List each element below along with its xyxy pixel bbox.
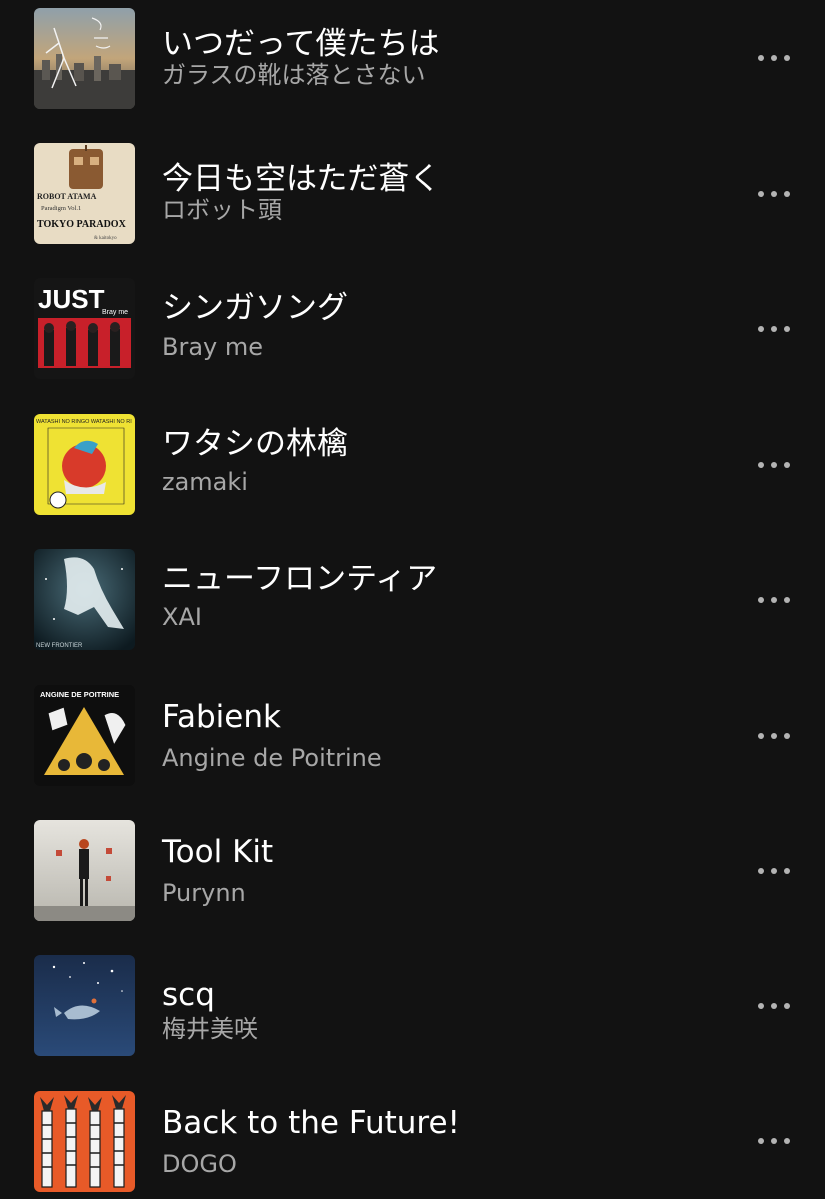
more-dot [771,1138,777,1144]
more-dot [784,462,790,468]
more-dot [771,326,777,332]
standing-woman-cover [34,820,135,921]
track-title: ニューフロンティア [162,561,438,597]
more-dot [784,1003,790,1009]
more-dot [784,733,790,739]
track-artist: XAI [162,603,202,631]
more-dot [771,597,777,603]
more-dot [771,55,777,61]
robot-head-cover: ROBOT ATAMA Paradigm Vol.1 TOKYO PARADOX… [34,143,135,244]
city-skyline-sketch-cover [34,8,135,109]
track-artist: Purynn [162,879,246,907]
cover-text: Bray me [102,309,128,316]
more-dot [771,462,777,468]
more-options-button[interactable] [750,585,798,615]
track-list: いつだって僕たちは ガラスの靴は落とさない ROBOT ATAMA Paradi… [0,0,825,1199]
more-dot [771,191,777,197]
more-dot [784,1138,790,1144]
more-horizontal-icon [758,326,764,332]
more-options-button[interactable] [750,856,798,886]
track-artist: 梅井美咲 [162,1015,258,1043]
more-horizontal-icon [758,1003,764,1009]
more-options-button[interactable] [750,179,798,209]
more-options-button[interactable] [750,721,798,751]
cover-text: NEW FRONTIER [36,643,83,649]
more-dot [771,1003,777,1009]
more-horizontal-icon [758,597,764,603]
track-row[interactable]: scq 梅井美咲 [0,948,825,1084]
more-options-button[interactable] [750,1126,798,1156]
track-title: いつだって僕たちは [162,26,440,62]
more-options-button[interactable] [750,991,798,1021]
track-row[interactable]: いつだって僕たちは ガラスの靴は落とさない [0,0,825,136]
more-horizontal-icon [758,55,764,61]
cover-text: & kaitokyo [94,236,117,241]
track-artist: DOGO [162,1150,237,1178]
track-title: scq [162,977,215,1013]
more-options-button[interactable] [750,314,798,344]
track-title: Fabienk [162,699,281,735]
more-options-button[interactable] [750,450,798,480]
track-artist: Angine de Poitrine [162,744,382,772]
track-artist: Bray me [162,333,264,361]
more-horizontal-icon [758,462,764,468]
cover-text: Paradigm Vol.1 [41,205,81,212]
track-row[interactable]: WATASHI NO RINGO WATASHI NO RI ワタシの林檎 za… [0,407,825,543]
more-dot [784,597,790,603]
more-dot [784,55,790,61]
band-photo-cover: JUST Bray me [34,278,135,379]
whale-night-cover [34,955,135,1056]
cover-text: WATASHI NO RINGO WATASHI NO RI [36,419,132,425]
track-row[interactable]: ANGINE DE POITRINE Fabienk Angine de Poi… [0,678,825,814]
track-row[interactable]: ROBOT ATAMA Paradigm Vol.1 TOKYO PARADOX… [0,136,825,272]
more-dot [771,733,777,739]
more-dot [784,326,790,332]
more-horizontal-icon [758,191,764,197]
track-artist: ロボット頭 [162,196,282,224]
zebra-figures-cover [34,1091,135,1192]
more-dot [784,868,790,874]
pyramid-band-cover: ANGINE DE POITRINE [34,685,135,786]
track-title: ワタシの林檎 [162,426,348,462]
track-row[interactable]: Back to the Future! DOGO [0,1083,825,1199]
track-title: Back to the Future! [162,1105,460,1141]
track-row[interactable]: Tool Kit Purynn [0,813,825,949]
apple-illustration-cover: WATASHI NO RINGO WATASHI NO RI [34,414,135,515]
cover-text: TOKYO PARADOX [37,219,127,230]
track-title: シンガソング [162,290,348,326]
floating-figure-cover: NEW FRONTIER [34,549,135,650]
cover-text: ANGINE DE POITRINE [40,690,119,699]
cover-text: ROBOT ATAMA [37,192,97,201]
more-horizontal-icon [758,1138,764,1144]
track-row[interactable]: NEW FRONTIER ニューフロンティア XAI [0,542,825,678]
cover-text: JUST [38,284,105,314]
track-title: 今日も空はただ蒼く [162,161,441,197]
more-dot [784,191,790,197]
more-horizontal-icon [758,868,764,874]
more-options-button[interactable] [750,43,798,73]
more-dot [771,868,777,874]
more-horizontal-icon [758,733,764,739]
track-artist: ガラスの靴は落とさない [162,61,426,89]
track-title: Tool Kit [162,834,274,870]
track-artist: zamaki [162,468,248,496]
track-row[interactable]: JUST Bray me シンガソング Bray me [0,271,825,407]
